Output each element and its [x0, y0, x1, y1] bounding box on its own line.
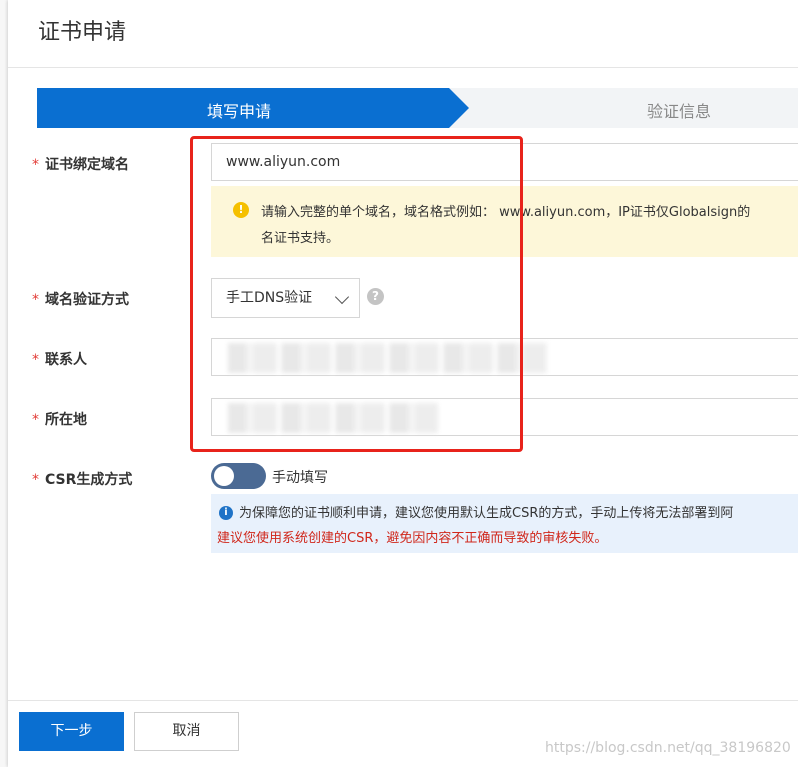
verify-method-label: * 域名验证方式	[32, 289, 129, 309]
location-label: * 所在地	[32, 409, 87, 429]
certificate-apply-dialog: 证书申请 填写申请 验证信息 * 证书绑定域名 www.aliyun.com ! …	[8, 0, 798, 767]
highlight-annotation-box	[190, 136, 523, 452]
location-label-text: 所在地	[45, 412, 87, 428]
csr-manual-toggle[interactable]	[211, 463, 266, 489]
required-mark: *	[32, 412, 39, 428]
csr-info-line-2: 建议您使用系统创建的CSR，避免因内容不正确而导致的审核失败。	[217, 531, 608, 546]
csr-info: i 为保障您的证书顺利申请，建议您使用默认生成CSR的方式，手动上传将无法部署到…	[211, 494, 798, 553]
step-verify-info: 验证信息	[647, 102, 712, 121]
domain-label: * 证书绑定域名	[32, 154, 129, 174]
verify-method-label-text: 域名验证方式	[45, 292, 129, 308]
watermark: https://blog.csdn.net/qq_38196820	[545, 740, 791, 756]
required-mark: *	[32, 157, 39, 173]
required-mark: *	[32, 352, 39, 368]
contact-label: * 联系人	[32, 349, 87, 369]
domain-label-text: 证书绑定域名	[45, 157, 129, 173]
next-step-button[interactable]: 下一步	[19, 712, 124, 751]
csr-toggle-label: 手动填写	[272, 470, 328, 486]
info-icon: i	[219, 506, 233, 520]
contact-label-text: 联系人	[45, 352, 87, 368]
required-mark: *	[32, 472, 39, 488]
background-page-strip	[0, 0, 8, 767]
title-divider	[8, 67, 798, 68]
csr-label: * CSR生成方式	[32, 469, 132, 489]
step-fill-application: 填写申请	[207, 102, 272, 121]
step-progress: 填写申请 验证信息	[37, 88, 798, 128]
required-mark: *	[32, 292, 39, 308]
toggle-knob	[214, 466, 234, 486]
csr-info-line-1: 为保障您的证书顺利申请，建议您使用默认生成CSR的方式，手动上传将无法部署到阿	[239, 506, 734, 521]
csr-label-text: CSR生成方式	[45, 472, 133, 488]
cancel-button[interactable]: 取消	[134, 712, 239, 751]
footer-divider	[8, 700, 798, 701]
dialog-title: 证书申请	[38, 20, 127, 45]
